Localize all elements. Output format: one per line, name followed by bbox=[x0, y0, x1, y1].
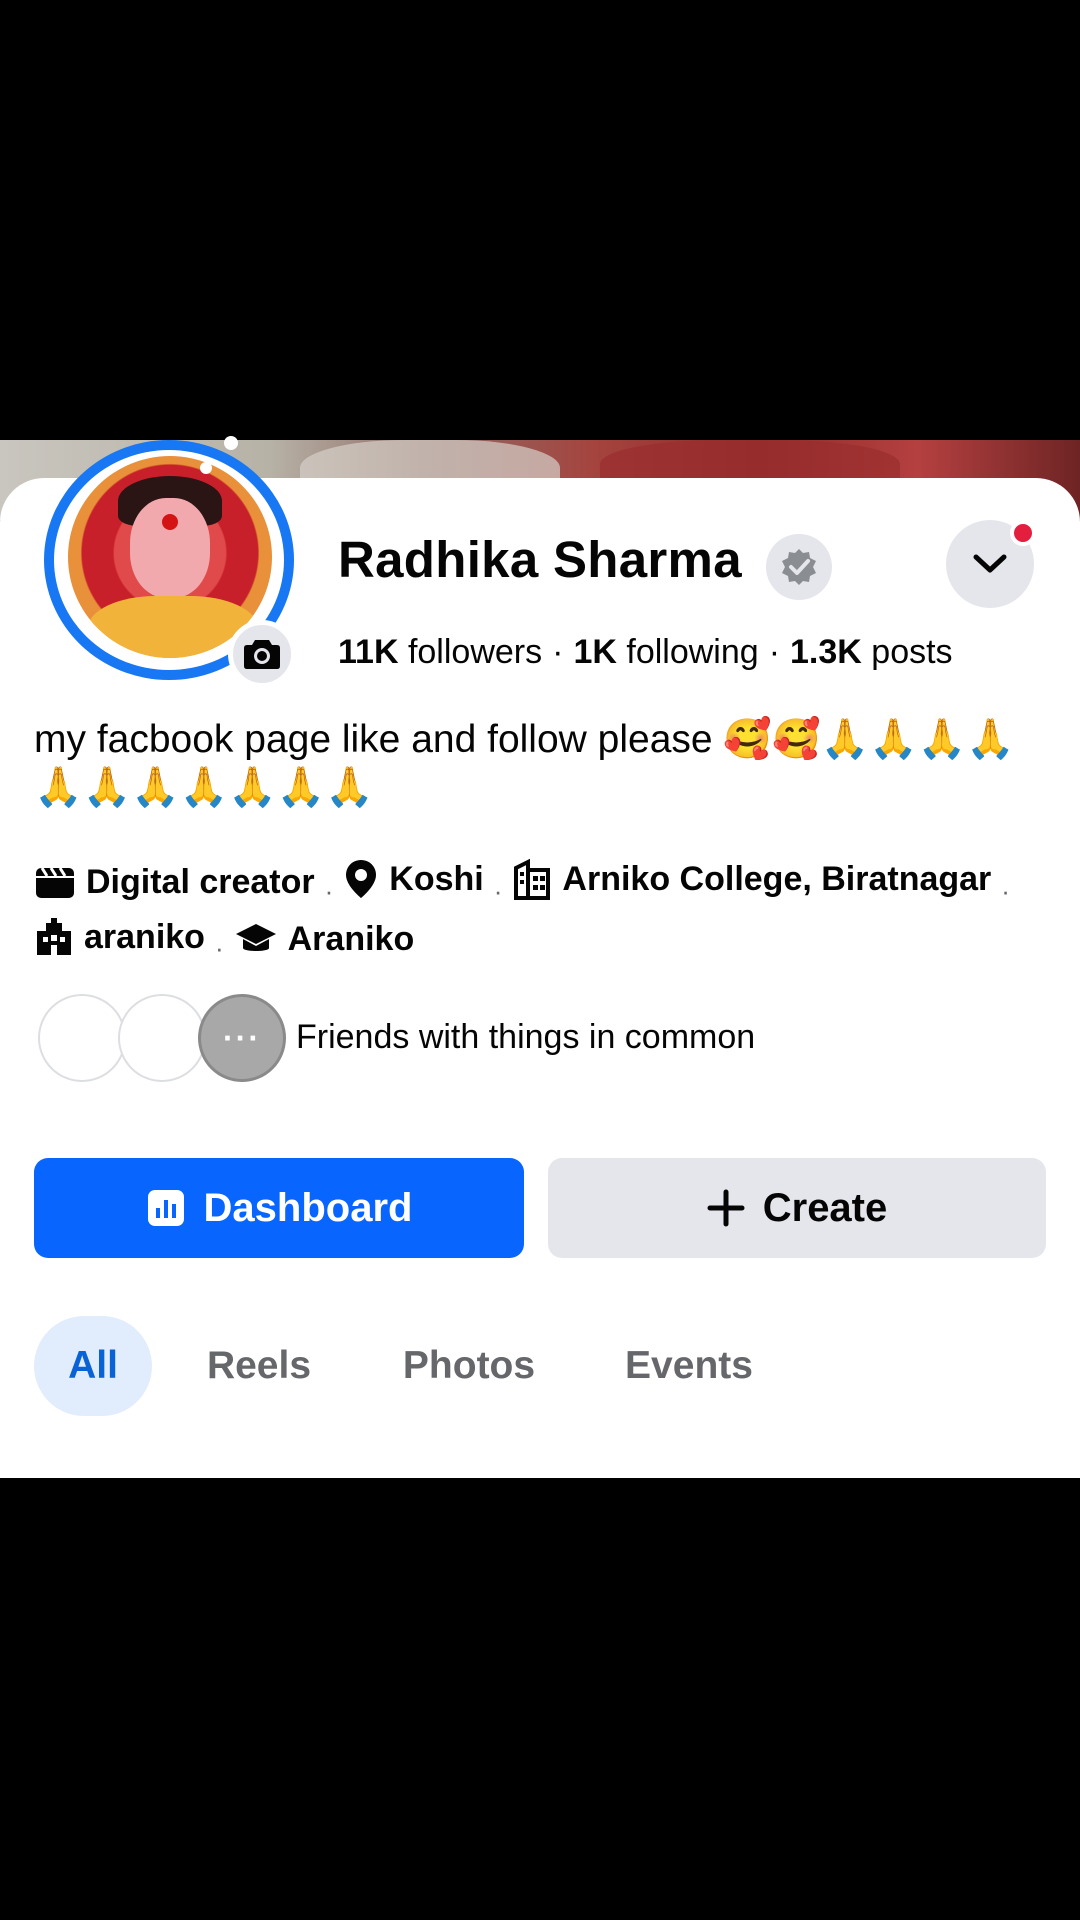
letterbox-bottom bbox=[0, 1478, 1080, 1920]
followers-stat[interactable]: 11K followers bbox=[338, 633, 542, 671]
more-friends-icon[interactable]: ··· bbox=[198, 994, 286, 1082]
chevron-down-icon bbox=[973, 554, 1007, 573]
detail-category: Digital creator bbox=[34, 859, 315, 905]
profile-bio: my facbook page like and follow please 🥰… bbox=[34, 718, 1015, 809]
profile-stats: 11K followers · 1K following · 1.3K posts bbox=[338, 633, 953, 671]
verified-badge-icon bbox=[782, 549, 816, 585]
detail-college[interactable]: Arniko College, Biratnagar bbox=[512, 856, 991, 902]
workplace-icon bbox=[37, 918, 71, 955]
detail-work[interactable]: araniko bbox=[34, 914, 205, 960]
mutual-friends-label: Friends with things in common bbox=[296, 1018, 756, 1056]
dashboard-button[interactable]: Dashboard bbox=[34, 1158, 524, 1258]
posts-stat[interactable]: 1.3K posts bbox=[790, 633, 953, 671]
verified-badge[interactable] bbox=[766, 534, 832, 600]
tab-reels[interactable]: Reels bbox=[194, 1316, 324, 1416]
bar-chart-icon bbox=[147, 1190, 184, 1226]
mutual-friend-avatar[interactable] bbox=[118, 994, 206, 1082]
graduation-cap-icon bbox=[235, 924, 276, 951]
profile-details: Digital creator · Koshi · Arniko College… bbox=[34, 856, 1064, 971]
create-button[interactable]: Create bbox=[548, 1158, 1046, 1258]
mutual-friends-row[interactable]: ··· Friends with things in common bbox=[38, 994, 1038, 1084]
location-pin-icon bbox=[346, 860, 377, 898]
camera-button[interactable] bbox=[228, 620, 296, 688]
detail-location[interactable]: Koshi bbox=[343, 856, 484, 902]
clapperboard-icon bbox=[36, 867, 74, 898]
profile-name: Radhika Sharma bbox=[338, 531, 742, 588]
ring-dot bbox=[200, 462, 212, 474]
tab-all[interactable]: All bbox=[34, 1316, 152, 1416]
letterbox-top bbox=[0, 0, 1080, 440]
camera-icon bbox=[244, 640, 280, 669]
detail-education[interactable]: Araniko bbox=[234, 916, 414, 962]
profile-tabs: All Reels Photos Events bbox=[34, 1316, 1044, 1416]
tab-photos[interactable]: Photos bbox=[394, 1316, 544, 1416]
ring-dot bbox=[224, 436, 238, 450]
plus-icon bbox=[707, 1189, 745, 1227]
mutual-friend-avatar[interactable] bbox=[38, 994, 126, 1082]
following-stat[interactable]: 1K following bbox=[573, 633, 758, 671]
building-icon bbox=[514, 858, 551, 900]
notification-dot bbox=[1010, 520, 1036, 546]
tab-events[interactable]: Events bbox=[614, 1316, 764, 1416]
